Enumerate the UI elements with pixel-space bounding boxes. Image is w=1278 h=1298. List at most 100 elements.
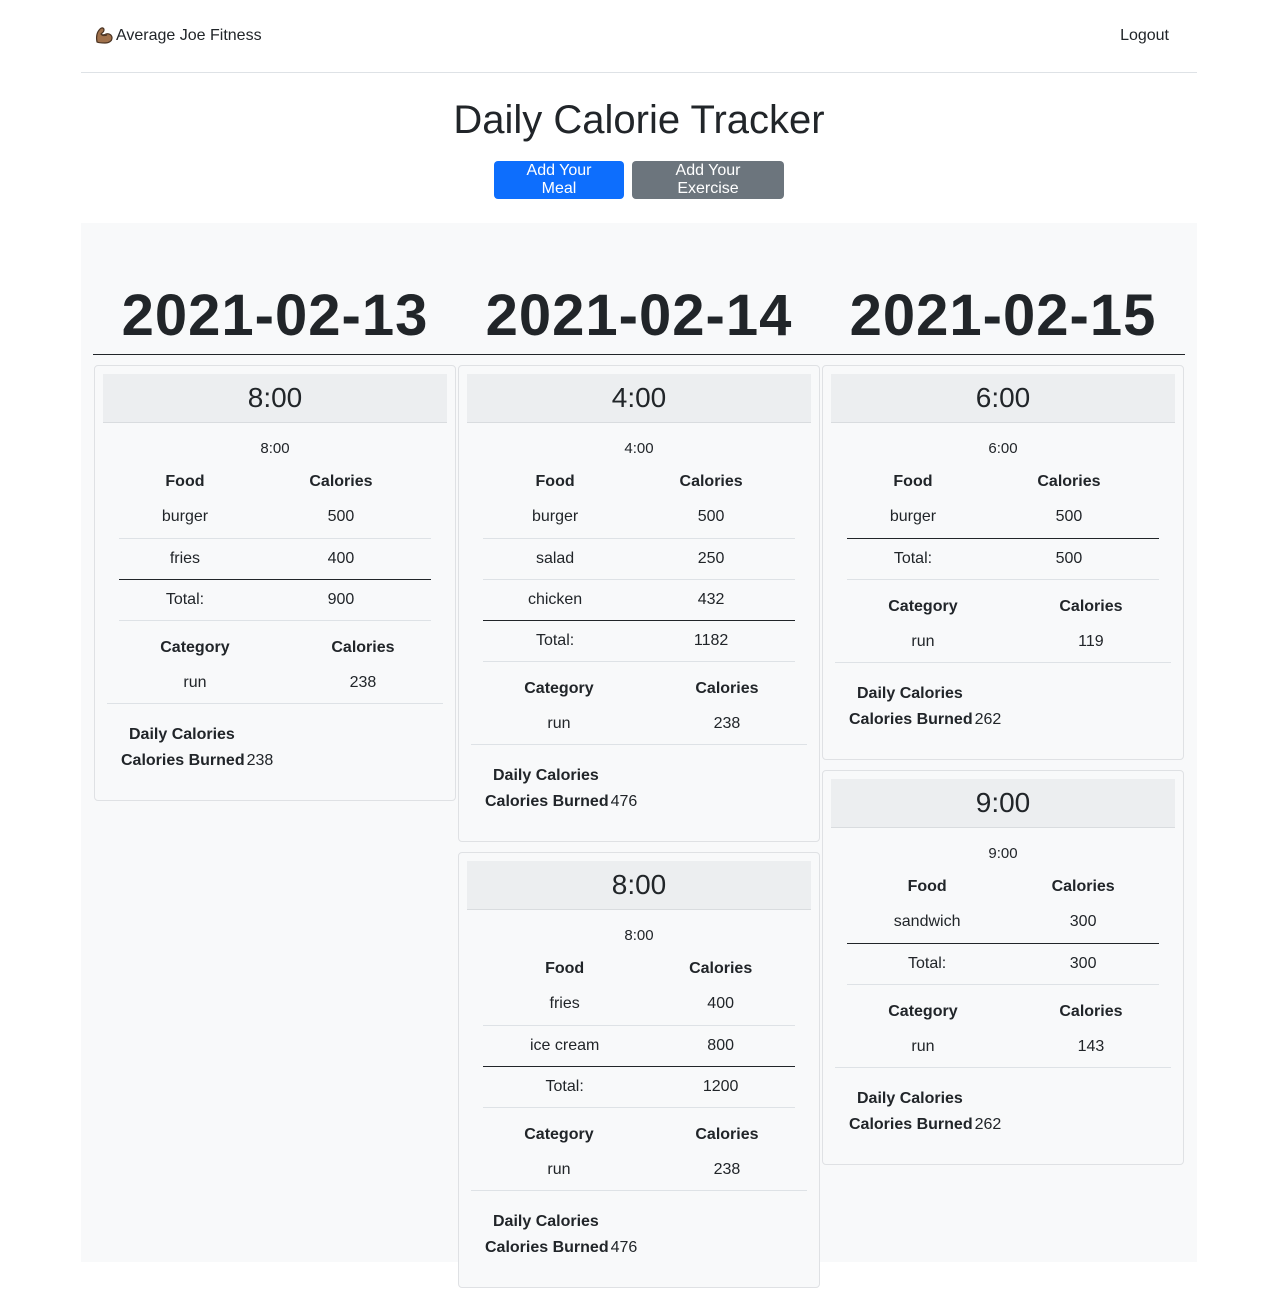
entry-card: 4:00 4:00 Food Calories burger 500 salad… bbox=[458, 365, 820, 842]
table-row: fries 400 bbox=[483, 984, 795, 1026]
food-calories: 800 bbox=[646, 1025, 795, 1067]
total-value: 500 bbox=[978, 538, 1159, 580]
entry-card: 6:00 6:00 Food Calories burger 500 Total… bbox=[822, 365, 1184, 760]
food-table: Food Calories burger 500 salad 250 chick… bbox=[483, 467, 795, 662]
table-header-row: Category Calories bbox=[471, 1120, 807, 1150]
total-row: Total: 900 bbox=[119, 579, 431, 621]
table-row: burger 500 bbox=[119, 497, 431, 539]
entry-time-header: 9:00 bbox=[831, 779, 1175, 828]
table-row: sandwich 300 bbox=[847, 902, 1159, 944]
calories-burned-label: Calories Burned bbox=[485, 1239, 609, 1256]
calories-column-header: Calories bbox=[695, 1125, 759, 1143]
table-row: run 119 bbox=[835, 621, 1171, 663]
calories-column-header: Calories bbox=[309, 473, 373, 490]
entry-sub-time: 8:00 bbox=[260, 440, 290, 457]
food-name: ice cream bbox=[483, 1025, 647, 1067]
total-label: Total: bbox=[847, 943, 1008, 985]
table-row: burger 500 bbox=[847, 497, 1159, 539]
exercise-table: Category Calories run 238 bbox=[471, 1120, 807, 1191]
flexed-biceps-icon bbox=[94, 25, 115, 46]
table-header-row: Food Calories bbox=[483, 954, 795, 984]
daily-calories-label: Daily Calories bbox=[857, 685, 963, 702]
exercise-category: run bbox=[835, 621, 1011, 663]
add-meal-button[interactable]: Add Your Meal bbox=[494, 161, 624, 199]
food-calories: 400 bbox=[646, 984, 795, 1026]
table-row: fries 400 bbox=[119, 538, 431, 580]
page-title: Daily Calorie Tracker bbox=[453, 98, 825, 142]
entry-sub-time: 6:00 bbox=[988, 440, 1018, 457]
day-column: 6:00 6:00 Food Calories burger 500 Total… bbox=[822, 365, 1184, 1175]
exercise-table: Category Calories run 238 bbox=[471, 674, 807, 745]
add-exercise-button[interactable]: Add Your Exercise bbox=[632, 161, 784, 199]
total-value: 1182 bbox=[627, 620, 795, 662]
total-label: Total: bbox=[119, 579, 251, 621]
exercise-category: run bbox=[471, 703, 647, 745]
entry-sub-time: 4:00 bbox=[624, 440, 654, 457]
entry-time-header: 8:00 bbox=[103, 374, 447, 423]
food-column-header: Food bbox=[893, 473, 933, 490]
food-calories: 500 bbox=[627, 497, 795, 539]
total-value: 900 bbox=[250, 579, 431, 621]
day-column: 8:00 8:00 Food Calories burger 500 fries… bbox=[94, 365, 456, 811]
daily-calories-label: Daily Calories bbox=[493, 1213, 599, 1230]
food-calories: 500 bbox=[978, 497, 1159, 539]
brand-label: Average Joe Fitness bbox=[116, 26, 262, 44]
daily-calories-label: Daily Calories bbox=[129, 726, 235, 743]
calorie-summary: Daily Calories Calories Burned 476 bbox=[485, 1209, 811, 1261]
exercise-table: Category Calories run 143 bbox=[835, 997, 1171, 1068]
total-value: 1200 bbox=[646, 1066, 795, 1108]
table-header-row: Category Calories bbox=[107, 633, 443, 663]
calories-column-header: Calories bbox=[689, 960, 753, 977]
calories-column-header: Calories bbox=[331, 638, 395, 656]
exercise-calories: 238 bbox=[282, 662, 443, 704]
entry-card: 8:00 8:00 Food Calories fries 400 ice cr… bbox=[458, 852, 820, 1288]
brand-link[interactable]: Average Joe Fitness bbox=[94, 25, 262, 46]
food-calories: 250 bbox=[627, 538, 795, 580]
exercise-calories: 119 bbox=[1010, 621, 1171, 663]
food-name: chicken bbox=[483, 579, 628, 621]
food-table: Food Calories burger 500 fries 400 Total… bbox=[119, 467, 431, 621]
table-row: salad 250 bbox=[483, 538, 795, 580]
food-name: burger bbox=[483, 497, 628, 539]
food-column-header: Food bbox=[907, 878, 947, 895]
food-name: sandwich bbox=[847, 902, 1008, 944]
calories-column-header: Calories bbox=[695, 679, 759, 697]
calories-column-header: Calories bbox=[679, 473, 743, 490]
food-calories: 400 bbox=[250, 538, 431, 580]
food-column-header: Food bbox=[545, 960, 585, 977]
logout-link[interactable]: Logout bbox=[1120, 27, 1169, 45]
total-row: Total: 300 bbox=[847, 943, 1159, 985]
food-name: salad bbox=[483, 538, 628, 580]
entry-card: 8:00 8:00 Food Calories burger 500 fries… bbox=[94, 365, 456, 801]
total-row: Total: 1200 bbox=[483, 1066, 795, 1108]
calories-column-header: Calories bbox=[1051, 878, 1115, 895]
entry-sub-time: 9:00 bbox=[988, 845, 1018, 862]
calorie-summary: Daily Calories Calories Burned 262 bbox=[849, 681, 1175, 733]
food-name: burger bbox=[119, 497, 251, 539]
food-calories: 300 bbox=[1007, 902, 1159, 944]
food-table: Food Calories sandwich 300 Total: 300 bbox=[847, 872, 1159, 985]
table-row: ice cream 800 bbox=[483, 1025, 795, 1067]
calories-burned-value: 262 bbox=[974, 711, 1002, 728]
table-header-row: Food Calories bbox=[119, 467, 431, 497]
table-header-row: Food Calories bbox=[483, 467, 795, 497]
entry-time-header: 4:00 bbox=[467, 374, 811, 423]
food-name: fries bbox=[119, 538, 251, 580]
food-calories: 500 bbox=[250, 497, 431, 539]
calorie-summary: Daily Calories Calories Burned 238 bbox=[121, 722, 447, 774]
table-header-row: Category Calories bbox=[471, 674, 807, 704]
food-calories: 432 bbox=[627, 579, 795, 621]
tracker-panel: 2021-02-13 2021-02-14 2021-02-15 8:00 8:… bbox=[81, 223, 1197, 1288]
exercise-calories: 143 bbox=[1010, 1026, 1171, 1068]
entry-time-header: 8:00 bbox=[467, 861, 811, 910]
table-row: run 238 bbox=[471, 703, 807, 745]
calories-burned-label: Calories Burned bbox=[121, 752, 245, 769]
day-column: 4:00 4:00 Food Calories burger 500 salad… bbox=[458, 365, 820, 1298]
table-header-row: Food Calories bbox=[847, 467, 1159, 497]
calories-burned-label: Calories Burned bbox=[849, 711, 973, 728]
calories-burned-value: 262 bbox=[974, 1116, 1002, 1133]
date-heading: 2021-02-15 bbox=[849, 283, 1157, 348]
table-row: burger 500 bbox=[483, 497, 795, 539]
food-table: Food Calories fries 400 ice cream 800 To… bbox=[483, 954, 795, 1108]
table-header-row: Food Calories bbox=[847, 872, 1159, 902]
